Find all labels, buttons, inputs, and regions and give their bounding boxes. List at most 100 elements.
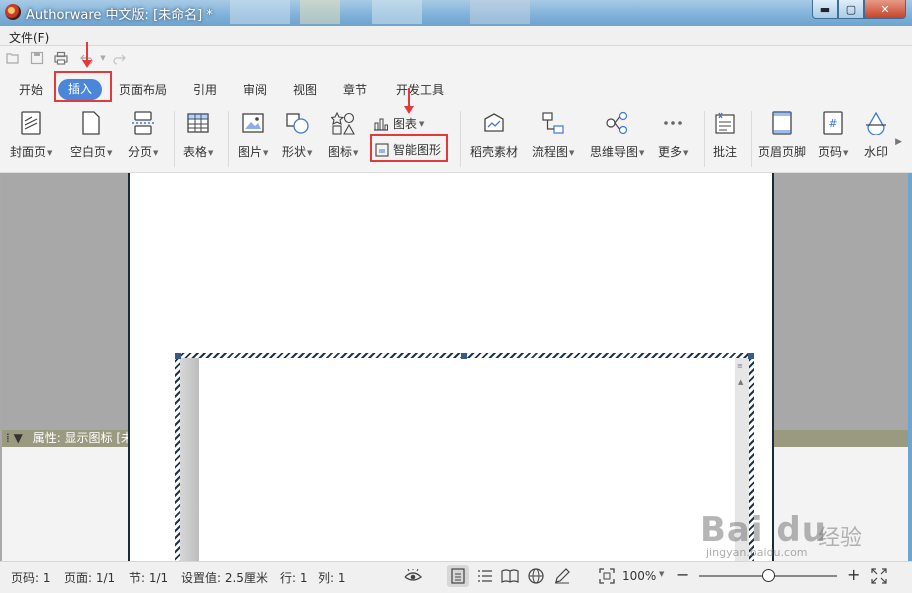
highlight-insert-tab (54, 71, 112, 102)
page-break-label: 分页 (128, 145, 153, 159)
zoom-in-icon[interactable]: + (847, 565, 860, 584)
flowchart-button[interactable]: 流程图▼ (532, 111, 574, 160)
open-icon[interactable] (6, 51, 20, 65)
page-number-button[interactable]: # 页码▼ (818, 111, 848, 160)
scroll-grip-icon[interactable]: ≡ (737, 362, 743, 370)
fullscreen-icon[interactable] (870, 567, 888, 585)
tab-page-layout[interactable]: 页面布局 (119, 81, 167, 98)
more-button[interactable]: 更多▼ (658, 111, 688, 160)
icon-button[interactable]: 图标▼ (328, 111, 358, 160)
watermark-button[interactable]: 水印 (864, 111, 888, 160)
title-bar: Authorware 中文版: [未命名] * ▬ ▢ ✕ (0, 0, 912, 26)
tab-view[interactable]: 视图 (293, 81, 317, 98)
minimize-button[interactable]: ▬ (812, 0, 838, 19)
tab-developer[interactable]: 开发工具 (396, 81, 444, 98)
docer-material-button[interactable]: 稻壳素材 (470, 111, 518, 160)
header-footer-button[interactable]: 页眉页脚 (758, 111, 806, 160)
resize-handle[interactable] (175, 353, 181, 359)
chevron-down-icon: ▼ (208, 148, 214, 157)
design-window[interactable]: ≡ ▲ (175, 353, 754, 563)
header-footer-icon (770, 111, 794, 135)
table-label: 表格 (183, 145, 208, 159)
shape-button[interactable]: 形状▼ (282, 111, 312, 160)
design-canvas[interactable]: ≡ ▲ (180, 358, 749, 563)
shape-icon (285, 111, 309, 135)
undo-dropdown-icon[interactable]: ▼ (96, 51, 110, 65)
tab-home[interactable]: 开始 (19, 81, 43, 98)
tab-review[interactable]: 审阅 (243, 81, 267, 98)
status-page-count[interactable]: 页面: 1/1 (64, 569, 115, 586)
resize-handle[interactable] (748, 353, 754, 359)
tab-references[interactable]: 引用 (193, 81, 217, 98)
watermark-icon (864, 111, 888, 135)
ribbon-separator (228, 111, 229, 167)
arrow-icon (82, 42, 92, 68)
svg-text:#: # (829, 117, 838, 130)
web-view-icon[interactable] (527, 567, 545, 585)
chevron-down-icon: ▼ (107, 148, 113, 157)
docer-material-label: 稻壳素材 (470, 145, 519, 159)
zoom-slider-knob[interactable] (762, 569, 775, 582)
chevron-down-icon: ▼ (153, 148, 159, 157)
tab-section[interactable]: 章节 (343, 81, 367, 98)
comment-icon (713, 111, 737, 135)
fit-page-icon[interactable] (598, 567, 616, 585)
chevron-down-icon: ▼ (569, 148, 575, 157)
quick-access-toolbar: ▼ (0, 46, 912, 71)
chevron-down-icon: ▼ (683, 148, 689, 157)
outline-view-icon[interactable] (476, 567, 494, 585)
reading-view-icon[interactable] (501, 567, 519, 585)
scroll-up-icon[interactable]: ▲ (738, 378, 743, 386)
grip-icon[interactable]: ⁞ ▼ (6, 431, 23, 445)
menu-bar: 文件(F) (0, 26, 912, 46)
eye-protection-icon[interactable] (404, 567, 422, 585)
print-icon[interactable] (54, 51, 68, 65)
zoom-level[interactable]: 100% (622, 569, 656, 583)
status-section[interactable]: 节: 1/1 (129, 569, 168, 586)
status-setting[interactable]: 设置值: 2.5厘米 (181, 569, 268, 586)
chevron-down-icon: ▼ (47, 148, 53, 157)
properties-panel-right (774, 447, 908, 561)
table-icon (186, 111, 210, 135)
maximize-button[interactable]: ▢ (838, 0, 864, 19)
page-break-icon (131, 111, 155, 135)
comment-button[interactable]: 批注 (713, 111, 737, 160)
icon-library-icon (331, 111, 356, 135)
picture-button[interactable]: 图片▼ (238, 111, 268, 160)
chevron-down-icon: ▼ (353, 148, 359, 157)
background-icon (372, 0, 422, 24)
blank-page-icon (79, 111, 103, 135)
ribbon-separator (460, 111, 461, 167)
vertical-scrollbar[interactable]: ≡ ▲ (735, 358, 749, 563)
mind-map-icon (605, 111, 629, 135)
chart-button[interactable]: 图表 ▼ (373, 115, 424, 132)
cover-page-button[interactable]: 封面页▼ (10, 111, 52, 160)
resize-handle[interactable] (461, 353, 467, 359)
docer-material-icon (482, 111, 506, 135)
highlight-smart-art (370, 134, 448, 162)
background-icon (230, 0, 290, 24)
page-view-icon[interactable] (449, 567, 467, 585)
menu-file[interactable]: 文件(F) (9, 29, 49, 46)
background-icon (470, 0, 530, 24)
zoom-out-icon[interactable]: − (676, 565, 689, 584)
mind-map-label: 思维导图 (590, 145, 639, 159)
zoom-dropdown-icon[interactable]: ▼ (659, 570, 664, 578)
pen-icon[interactable] (553, 567, 571, 585)
status-page-number[interactable]: 页码: 1 (11, 569, 51, 586)
page-break-button[interactable]: 分页▼ (128, 111, 158, 160)
background-icon (300, 0, 340, 24)
watermark-label: 水印 (864, 145, 889, 159)
more-icon (661, 111, 685, 135)
comment-label: 批注 (713, 145, 738, 159)
redo-icon[interactable] (112, 51, 126, 65)
mind-map-button[interactable]: 思维导图▼ (590, 111, 644, 160)
blank-page-button[interactable]: 空白页▼ (70, 111, 112, 160)
ribbon-tabs: 开始 插入 页面布局 引用 审阅 视图 章节 开发工具 (0, 71, 912, 107)
table-button[interactable]: 表格▼ (183, 111, 213, 160)
close-button[interactable]: ✕ (864, 0, 906, 19)
window-title: Authorware 中文版: [未命名] * (26, 8, 213, 23)
flowchart-icon (541, 111, 565, 135)
ribbon-scroll-right-icon[interactable]: ▶ (895, 137, 902, 147)
save-icon[interactable] (30, 51, 44, 65)
